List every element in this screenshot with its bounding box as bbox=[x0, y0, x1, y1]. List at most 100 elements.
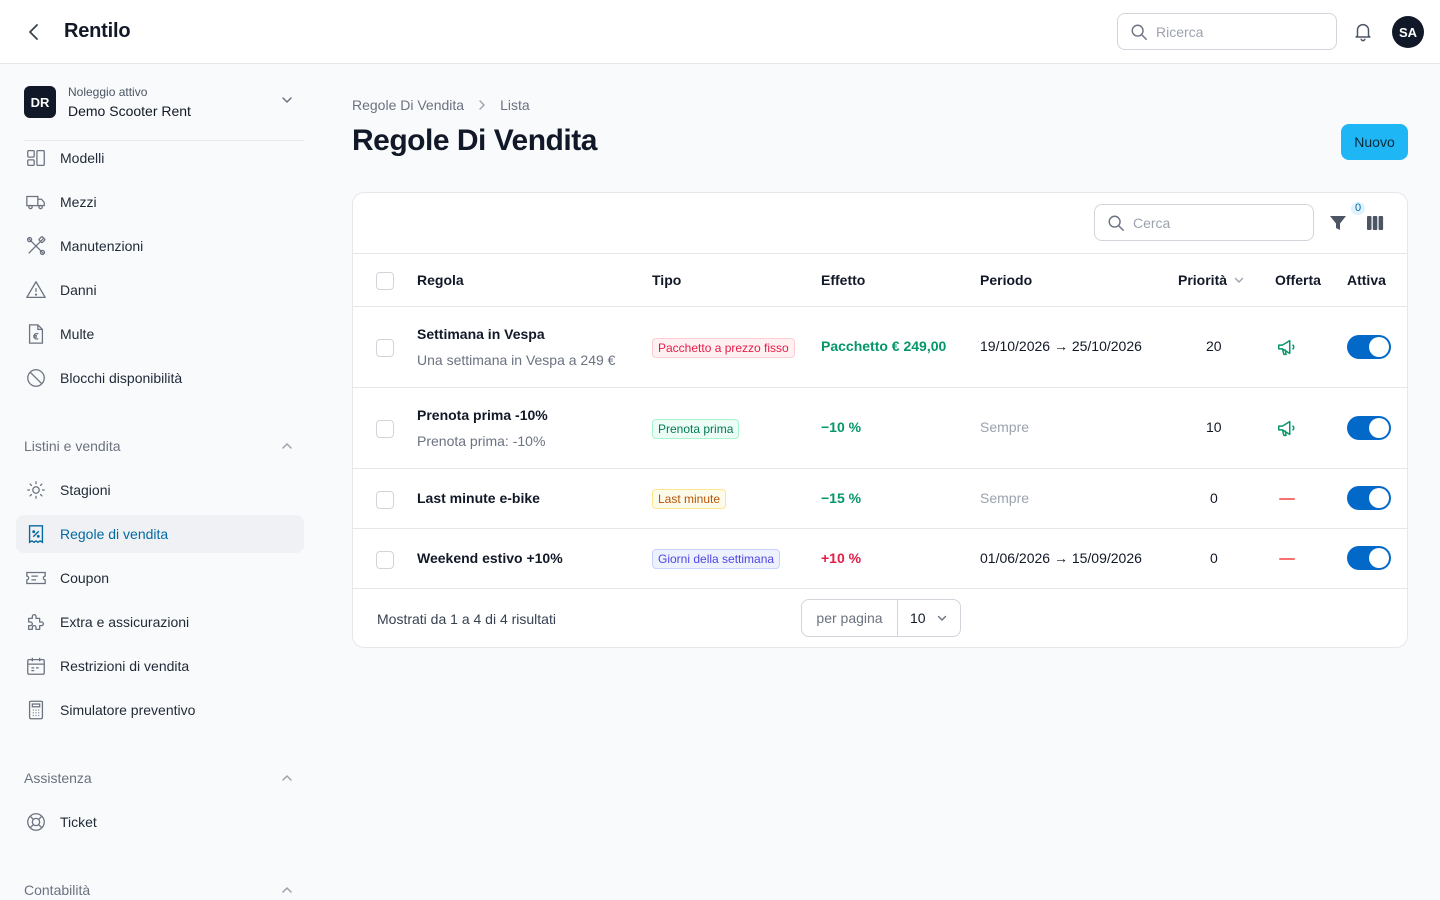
type-badge: Pacchetto a prezzo fisso bbox=[652, 338, 795, 358]
rule-description: Prenota prima: -10% bbox=[417, 433, 546, 449]
group-label: Assistenza bbox=[24, 770, 92, 786]
rules-table-card: 0 Regola Tipo Effetto Periodo Priorità O… bbox=[352, 192, 1408, 648]
sort-chevron-down-icon bbox=[1234, 277, 1244, 283]
per-page-value: 10 bbox=[910, 610, 926, 626]
breadcrumb-parent-link[interactable]: Regole Di Vendita bbox=[352, 97, 464, 113]
per-page-control: per pagina 10 bbox=[801, 599, 961, 637]
breadcrumb-current: Lista bbox=[500, 97, 530, 113]
column-header-periodo[interactable]: Periodo bbox=[980, 272, 1032, 288]
per-page-select[interactable]: 10 bbox=[898, 600, 960, 636]
calculator-icon bbox=[24, 698, 48, 722]
search-icon bbox=[1108, 215, 1124, 231]
user-avatar[interactable]: SA bbox=[1392, 16, 1424, 48]
rule-name: Last minute e-bike bbox=[417, 490, 540, 506]
sidebar-item-label: Simulatore preventivo bbox=[60, 702, 196, 718]
warning-icon bbox=[24, 278, 48, 302]
group-contabilita[interactable]: Contabilità bbox=[24, 880, 304, 900]
group-assistenza[interactable]: Assistenza bbox=[24, 768, 304, 788]
sidebar-item-label: Manutenzioni bbox=[60, 238, 144, 254]
effect-value: Pacchetto € 249,00 bbox=[821, 338, 947, 354]
sidebar-item-label: Restrizioni di vendita bbox=[60, 658, 190, 674]
chevron-right-icon bbox=[476, 99, 488, 111]
group-listini-vendita[interactable]: Listini e vendita bbox=[24, 436, 304, 456]
column-header-tipo[interactable]: Tipo bbox=[652, 272, 681, 288]
sidebar-item-label: Multe bbox=[60, 326, 95, 342]
active-toggle[interactable] bbox=[1347, 416, 1391, 440]
rule-name: Weekend estivo +10% bbox=[417, 550, 563, 566]
back-arrow-icon[interactable] bbox=[22, 20, 46, 44]
pagination-summary: Mostrati da 1 a 4 di 4 risultati bbox=[377, 611, 556, 627]
new-button[interactable]: Nuovo bbox=[1341, 124, 1408, 160]
chevron-down-icon bbox=[280, 93, 294, 112]
truck-icon bbox=[24, 190, 48, 214]
filter-count-badge: 0 bbox=[1351, 202, 1366, 215]
filter-icon[interactable] bbox=[1328, 213, 1350, 235]
table-search-input[interactable] bbox=[1133, 214, 1293, 231]
tenant-subtitle: Noleggio attivo bbox=[68, 85, 148, 99]
search-icon bbox=[1131, 24, 1147, 40]
sidebar-item-label: Blocchi disponibilità bbox=[60, 370, 183, 386]
sidebar-item-stagioni[interactable]: Stagioni bbox=[16, 471, 304, 509]
active-toggle[interactable] bbox=[1347, 546, 1391, 570]
lifebuoy-icon bbox=[24, 810, 48, 834]
table-row[interactable]: Settimana in Vespa Una settimana in Vesp… bbox=[353, 307, 1407, 388]
sidebar-item-mezzi[interactable]: Mezzi bbox=[16, 183, 304, 221]
sidebar-item-regole-di-vendita[interactable]: Regole di vendita bbox=[16, 515, 304, 553]
sidebar-item-blocchi-disponibilita[interactable]: Blocchi disponibilità bbox=[16, 359, 304, 397]
priority-value: 20 bbox=[1206, 338, 1222, 354]
sidebar-item-manutenzioni[interactable]: Manutenzioni bbox=[16, 227, 304, 265]
ban-icon bbox=[24, 366, 48, 390]
rule-description: Una settimana in Vespa a 249 € bbox=[417, 352, 616, 368]
sidebar-item-modelli[interactable]: Modelli bbox=[16, 139, 304, 177]
column-header-offerta[interactable]: Offerta bbox=[1275, 272, 1321, 288]
table-row[interactable]: Last minute e-bike Last minute −15 % Sem… bbox=[353, 469, 1407, 529]
column-header-attiva[interactable]: Attiva bbox=[1347, 272, 1386, 288]
tenant-badge: DR bbox=[24, 86, 56, 118]
row-checkbox[interactable] bbox=[376, 551, 394, 569]
chevron-up-icon bbox=[282, 886, 292, 893]
no-offer-dash bbox=[1279, 558, 1295, 560]
tenant-switcher[interactable]: DR Noleggio attivo Demo Scooter Rent bbox=[24, 85, 304, 141]
breadcrumb: Regole Di Vendita Lista bbox=[352, 97, 530, 113]
table-search[interactable] bbox=[1094, 204, 1314, 241]
column-header-regola[interactable]: Regola bbox=[417, 272, 464, 288]
row-checkbox[interactable] bbox=[376, 491, 394, 509]
sidebar-item-simulatore-preventivo[interactable]: Simulatore preventivo bbox=[16, 691, 304, 729]
select-all-checkbox[interactable] bbox=[376, 272, 394, 290]
global-search-input[interactable] bbox=[1156, 23, 1316, 40]
row-checkbox[interactable] bbox=[376, 339, 394, 357]
sidebar-item-restrizioni-vendita[interactable]: Restrizioni di vendita bbox=[16, 647, 304, 685]
tools-icon bbox=[24, 234, 48, 258]
sidebar-item-extra-assicurazioni[interactable]: Extra e assicurazioni bbox=[16, 603, 304, 641]
columns-icon[interactable] bbox=[1365, 213, 1385, 233]
sidebar-item-multe[interactable]: Multe bbox=[16, 315, 304, 353]
column-header-effetto[interactable]: Effetto bbox=[821, 272, 865, 288]
period-value: 19/10/2026 → 25/10/2026 bbox=[980, 338, 1142, 354]
active-toggle[interactable] bbox=[1347, 335, 1391, 359]
chevron-up-icon bbox=[282, 774, 292, 781]
global-search[interactable] bbox=[1117, 13, 1337, 50]
page-title: Regole Di Vendita bbox=[352, 124, 597, 157]
rule-name: Prenota prima -10% bbox=[417, 407, 548, 423]
priority-value: 0 bbox=[1210, 550, 1218, 566]
table-row[interactable]: Weekend estivo +10% Giorni della settima… bbox=[353, 529, 1407, 589]
period-value: 01/06/2026 → 15/09/2026 bbox=[980, 550, 1142, 566]
table-row[interactable]: Prenota prima -10% Prenota prima: -10% P… bbox=[353, 388, 1407, 469]
sidebar-item-label: Stagioni bbox=[60, 482, 111, 498]
top-bar: Rentilo SA bbox=[0, 0, 1440, 64]
sidebar-item-label: Modelli bbox=[60, 150, 105, 166]
sidebar-item-coupon[interactable]: Coupon bbox=[16, 559, 304, 597]
period-value: Sempre bbox=[980, 419, 1030, 435]
sidebar-item-label: Coupon bbox=[60, 570, 110, 586]
active-toggle[interactable] bbox=[1347, 486, 1391, 510]
sun-icon bbox=[24, 478, 48, 502]
sidebar-item-danni[interactable]: Danni bbox=[16, 271, 304, 309]
effect-value: −10 % bbox=[821, 419, 862, 435]
column-header-priorita[interactable]: Priorità bbox=[1178, 272, 1245, 288]
rule-name: Settimana in Vespa bbox=[417, 326, 545, 342]
sidebar-item-ticket[interactable]: Ticket bbox=[16, 803, 304, 841]
table-toolbar: 0 bbox=[353, 193, 1407, 254]
row-checkbox[interactable] bbox=[376, 420, 394, 438]
notifications-bell-icon[interactable] bbox=[1352, 20, 1376, 44]
priority-value: 10 bbox=[1206, 419, 1222, 435]
